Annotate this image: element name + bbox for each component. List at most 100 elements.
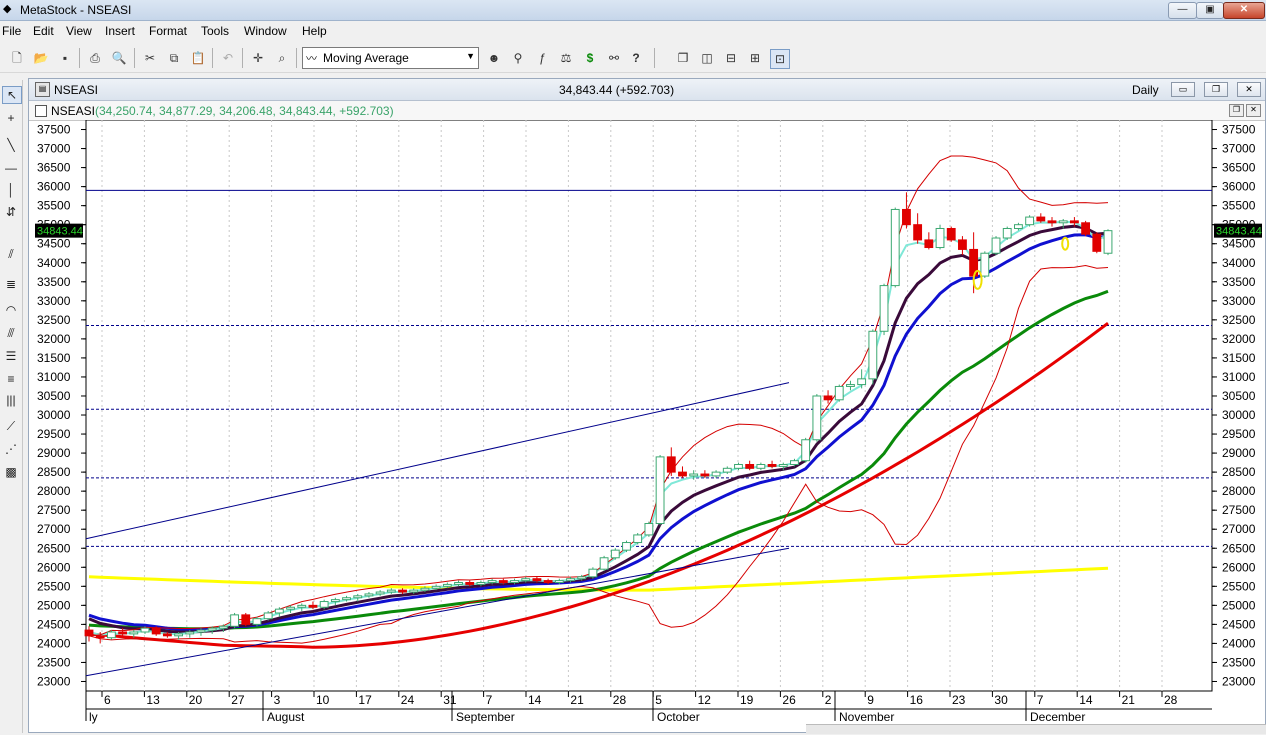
- y-tick-label-left: 31500: [37, 351, 71, 365]
- x-tick-label: 30: [994, 693, 1008, 707]
- system-tester-icon[interactable]: ⚖: [557, 49, 575, 67]
- candle-body: [106, 631, 116, 639]
- menu-insert[interactable]: Insert: [105, 24, 135, 38]
- toolbar-separator: [654, 48, 655, 68]
- candle-body: [588, 568, 598, 578]
- menu-window[interactable]: Window: [244, 24, 287, 38]
- explorer-icon[interactable]: ⚲: [509, 49, 527, 67]
- candle-body: [532, 578, 542, 582]
- fibonacci-fan-tool-icon[interactable]: ⫽: [2, 246, 20, 262]
- quadrant-lines-tool-icon[interactable]: ☰: [2, 348, 20, 364]
- x-tick-label: 5: [655, 693, 662, 707]
- menu-edit[interactable]: Edit: [33, 24, 54, 38]
- arrange-icon[interactable]: ⊡: [770, 49, 790, 69]
- candle-body: [700, 473, 710, 477]
- save-icon[interactable]: ▪: [56, 49, 74, 67]
- copy-icon[interactable]: ⧉: [165, 49, 183, 67]
- inner-symbol: NSEASI: [51, 104, 96, 118]
- x-month-label: October: [657, 710, 700, 724]
- inner-window-checkbox[interactable]: [35, 105, 47, 117]
- tirone-levels-tool-icon[interactable]: ≡: [2, 371, 20, 387]
- candle-body: [319, 601, 329, 608]
- x-tick-label: 13: [146, 693, 160, 707]
- new-icon[interactable]: 🗋: [8, 49, 26, 67]
- price-chart-svg[interactable]: 23000 23000 23500 23500 24000 24000 24500 24500…: [29, 119, 1265, 732]
- tile-horizontal-icon[interactable]: ⊟: [722, 49, 740, 67]
- print-icon[interactable]: ⎙: [86, 49, 104, 67]
- title-bar: ◆ MetaStock - NSEASI — ▣ ✕: [0, 0, 1266, 21]
- cycle-lines-tool-icon[interactable]: |||: [2, 392, 20, 408]
- candle-body: [846, 384, 855, 387]
- trendline-tool-icon[interactable]: ╲: [2, 137, 20, 153]
- menu-help[interactable]: Help: [302, 24, 327, 38]
- horizontal-line-tool-icon[interactable]: —: [2, 160, 20, 176]
- y-tick-label-right: 30000: [1222, 408, 1256, 422]
- candle-body: [297, 604, 307, 608]
- indicator-select[interactable]: 〰 Moving Average ▼: [302, 47, 479, 69]
- crosshair-tool-icon[interactable]: +: [2, 110, 20, 126]
- last-price-label-right: 34843.44: [1216, 226, 1262, 238]
- cascade-icon[interactable]: ❐: [674, 49, 692, 67]
- menu-format[interactable]: Format: [149, 24, 187, 38]
- toolbar-separator: [212, 48, 213, 68]
- y-tick-label-right: 27000: [1222, 522, 1256, 536]
- zoom-icon[interactable]: ⌕: [273, 49, 291, 67]
- y-tick-label-right: 25000: [1222, 598, 1256, 612]
- candle-body: [151, 627, 161, 635]
- y-tick-label-left: 30500: [37, 389, 71, 403]
- x-month-label: August: [267, 710, 305, 724]
- tile-grid-icon[interactable]: ⊞: [746, 49, 764, 67]
- tile-vertical-icon[interactable]: ◫: [698, 49, 716, 67]
- chart-restore-button[interactable]: ❐: [1204, 82, 1228, 97]
- maximize-button[interactable]: ▣: [1196, 2, 1224, 19]
- speed-lines-tool-icon[interactable]: ⫻: [2, 325, 20, 341]
- dollar-icon[interactable]: $: [581, 49, 599, 67]
- gann-fan-tool-icon[interactable]: ⋰: [2, 441, 20, 457]
- inner-close-button[interactable]: ✕: [1246, 104, 1261, 117]
- chart-minimize-button[interactable]: ▭: [1171, 82, 1195, 97]
- pattern-tool-icon[interactable]: ▩: [2, 464, 20, 480]
- candle-body: [823, 395, 833, 401]
- undo-icon[interactable]: ↶: [219, 49, 237, 67]
- paste-icon[interactable]: 📋: [189, 49, 207, 67]
- raff-channel-tool-icon[interactable]: ⟋: [2, 418, 20, 434]
- y-tick-label-right: 31000: [1222, 370, 1256, 384]
- close-button[interactable]: ✕: [1223, 2, 1265, 19]
- cut-icon[interactable]: ✂: [141, 49, 159, 67]
- candle-body: [543, 580, 553, 584]
- price-chart[interactable]: 23000 23000 23500 23500 24000 24000 24500 24500…: [29, 119, 1265, 735]
- pointer-tool-icon[interactable]: ↖: [2, 86, 22, 104]
- open-icon[interactable]: 📂: [32, 49, 50, 67]
- candle-body: [286, 606, 295, 610]
- print-preview-icon[interactable]: 🔍: [110, 49, 128, 67]
- candle-body: [1069, 220, 1079, 224]
- candle-body: [364, 593, 374, 597]
- help-cursor-icon[interactable]: ?: [627, 49, 645, 67]
- candle-body: [241, 614, 251, 625]
- minimize-button[interactable]: —: [1168, 2, 1197, 19]
- chevron-down-icon[interactable]: ▼: [466, 51, 475, 61]
- y-tick-label-right: 28000: [1222, 484, 1256, 498]
- fibonacci-retracement-tool-icon[interactable]: ≣: [2, 276, 20, 292]
- candle-body: [409, 589, 419, 593]
- candle-body: [722, 467, 732, 473]
- inner-restore-button[interactable]: ❐: [1229, 104, 1244, 117]
- x-tick-label: 14: [1079, 693, 1093, 707]
- candle-body: [756, 464, 766, 469]
- candle-body: [902, 208, 911, 226]
- binoculars-icon[interactable]: ⚯: [605, 49, 623, 67]
- indicator-icon[interactable]: ☻: [485, 49, 503, 67]
- candle-body: [140, 627, 150, 633]
- function-icon[interactable]: ƒ: [533, 49, 551, 67]
- y-tick-label-left: 36500: [37, 161, 71, 175]
- vertical-line-tool-icon[interactable]: │: [2, 182, 20, 198]
- menu-tools[interactable]: Tools: [201, 24, 229, 38]
- fibonacci-arc-tool-icon[interactable]: ◠: [2, 302, 20, 318]
- menu-file[interactable]: File: [2, 24, 21, 38]
- menu-view[interactable]: View: [66, 24, 92, 38]
- crosshair-icon[interactable]: ✛: [249, 49, 267, 67]
- candle-body: [599, 557, 609, 570]
- chart-close-button[interactable]: ✕: [1237, 82, 1261, 97]
- candle-body: [230, 614, 239, 627]
- buy-sell-arrow-tool-icon[interactable]: ⇵: [2, 204, 20, 220]
